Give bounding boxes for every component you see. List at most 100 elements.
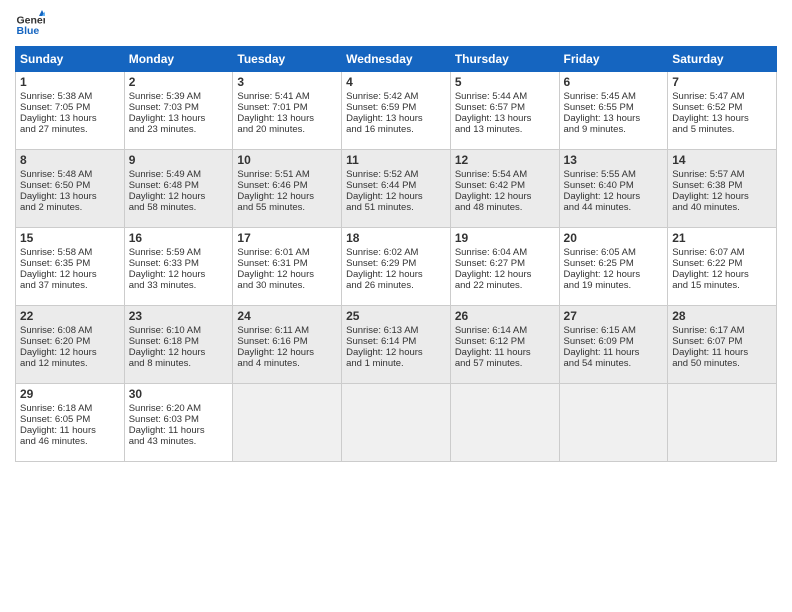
day-info-line: and 43 minutes. <box>129 436 229 447</box>
day-info-line: Daylight: 12 hours <box>672 191 772 202</box>
day-info-line: Sunrise: 5:58 AM <box>20 247 120 258</box>
day-number: 8 <box>20 153 120 167</box>
day-number: 13 <box>564 153 664 167</box>
day-info-line: and 46 minutes. <box>20 436 120 447</box>
day-info-line: Sunrise: 5:55 AM <box>564 169 664 180</box>
day-info-line: Sunset: 6:31 PM <box>237 258 337 269</box>
calendar-cell <box>342 384 451 462</box>
day-info-line: Sunset: 6:55 PM <box>564 102 664 113</box>
calendar-cell: 26Sunrise: 6:14 AMSunset: 6:12 PMDayligh… <box>450 306 559 384</box>
day-info-line: Sunset: 6:42 PM <box>455 180 555 191</box>
day-info-line: Sunrise: 5:45 AM <box>564 91 664 102</box>
calendar-cell: 24Sunrise: 6:11 AMSunset: 6:16 PMDayligh… <box>233 306 342 384</box>
calendar-cell: 14Sunrise: 5:57 AMSunset: 6:38 PMDayligh… <box>668 150 777 228</box>
day-info-line: Daylight: 12 hours <box>129 191 229 202</box>
day-info-line: and 58 minutes. <box>129 202 229 213</box>
day-number: 30 <box>129 387 229 401</box>
day-info-line: Sunset: 6:50 PM <box>20 180 120 191</box>
calendar-cell: 5Sunrise: 5:44 AMSunset: 6:57 PMDaylight… <box>450 72 559 150</box>
calendar-cell: 10Sunrise: 5:51 AMSunset: 6:46 PMDayligh… <box>233 150 342 228</box>
day-info-line: and 15 minutes. <box>672 280 772 291</box>
day-info-line: Daylight: 12 hours <box>20 347 120 358</box>
day-info-line: and 40 minutes. <box>672 202 772 213</box>
weekday-header-thursday: Thursday <box>450 47 559 72</box>
calendar-cell: 8Sunrise: 5:48 AMSunset: 6:50 PMDaylight… <box>16 150 125 228</box>
day-info-line: Sunset: 6:46 PM <box>237 180 337 191</box>
header-row: SundayMondayTuesdayWednesdayThursdayFrid… <box>16 47 777 72</box>
day-info-line: Sunset: 6:35 PM <box>20 258 120 269</box>
day-info-line: Daylight: 13 hours <box>455 113 555 124</box>
calendar-cell <box>668 384 777 462</box>
day-info-line: Sunset: 6:38 PM <box>672 180 772 191</box>
day-info-line: Sunrise: 6:10 AM <box>129 325 229 336</box>
day-info-line: Sunrise: 6:01 AM <box>237 247 337 258</box>
svg-text:Blue: Blue <box>17 25 40 37</box>
day-info-line: Sunrise: 5:54 AM <box>455 169 555 180</box>
day-info-line: Daylight: 11 hours <box>455 347 555 358</box>
day-info-line: Sunrise: 6:05 AM <box>564 247 664 258</box>
calendar-cell: 12Sunrise: 5:54 AMSunset: 6:42 PMDayligh… <box>450 150 559 228</box>
day-info-line: and 27 minutes. <box>20 124 120 135</box>
day-info-line: and 20 minutes. <box>237 124 337 135</box>
day-number: 19 <box>455 231 555 245</box>
calendar-cell: 4Sunrise: 5:42 AMSunset: 6:59 PMDaylight… <box>342 72 451 150</box>
day-info-line: Sunrise: 5:38 AM <box>20 91 120 102</box>
day-info-line: Sunrise: 5:47 AM <box>672 91 772 102</box>
calendar-cell <box>450 384 559 462</box>
day-number: 15 <box>20 231 120 245</box>
calendar-cell: 3Sunrise: 5:41 AMSunset: 7:01 PMDaylight… <box>233 72 342 150</box>
calendar-week-row: 22Sunrise: 6:08 AMSunset: 6:20 PMDayligh… <box>16 306 777 384</box>
day-number: 4 <box>346 75 446 89</box>
day-info-line: and 50 minutes. <box>672 358 772 369</box>
day-number: 12 <box>455 153 555 167</box>
day-number: 17 <box>237 231 337 245</box>
day-info-line: Sunset: 7:03 PM <box>129 102 229 113</box>
day-info-line: Sunset: 6:05 PM <box>20 414 120 425</box>
day-info-line: Sunset: 6:52 PM <box>672 102 772 113</box>
day-info-line: Daylight: 13 hours <box>20 191 120 202</box>
day-number: 27 <box>564 309 664 323</box>
day-info-line: and 13 minutes. <box>455 124 555 135</box>
day-number: 11 <box>346 153 446 167</box>
day-info-line: Sunrise: 5:44 AM <box>455 91 555 102</box>
calendar-cell: 18Sunrise: 6:02 AMSunset: 6:29 PMDayligh… <box>342 228 451 306</box>
day-info-line: Sunset: 6:59 PM <box>346 102 446 113</box>
calendar-week-row: 29Sunrise: 6:18 AMSunset: 6:05 PMDayligh… <box>16 384 777 462</box>
day-number: 18 <box>346 231 446 245</box>
day-info-line: Daylight: 13 hours <box>20 113 120 124</box>
day-info-line: and 54 minutes. <box>564 358 664 369</box>
calendar-cell: 9Sunrise: 5:49 AMSunset: 6:48 PMDaylight… <box>124 150 233 228</box>
day-number: 29 <box>20 387 120 401</box>
calendar-table: SundayMondayTuesdayWednesdayThursdayFrid… <box>15 46 777 462</box>
day-info-line: and 55 minutes. <box>237 202 337 213</box>
day-info-line: Sunset: 6:09 PM <box>564 336 664 347</box>
day-info-line: Sunset: 6:07 PM <box>672 336 772 347</box>
calendar-cell: 7Sunrise: 5:47 AMSunset: 6:52 PMDaylight… <box>668 72 777 150</box>
day-number: 25 <box>346 309 446 323</box>
day-info-line: Daylight: 12 hours <box>564 269 664 280</box>
day-number: 3 <box>237 75 337 89</box>
day-info-line: Daylight: 11 hours <box>564 347 664 358</box>
day-info-line: and 37 minutes. <box>20 280 120 291</box>
day-info-line: Daylight: 12 hours <box>346 269 446 280</box>
day-info-line: Sunrise: 6:13 AM <box>346 325 446 336</box>
day-info-line: and 2 minutes. <box>20 202 120 213</box>
header: General Blue <box>15 10 777 40</box>
day-number: 24 <box>237 309 337 323</box>
day-info-line: Sunset: 6:48 PM <box>129 180 229 191</box>
day-number: 14 <box>672 153 772 167</box>
day-number: 9 <box>129 153 229 167</box>
day-info-line: Sunrise: 5:52 AM <box>346 169 446 180</box>
day-number: 1 <box>20 75 120 89</box>
day-info-line: Daylight: 13 hours <box>129 113 229 124</box>
day-info-line: Sunset: 6:29 PM <box>346 258 446 269</box>
day-info-line: Sunset: 6:25 PM <box>564 258 664 269</box>
day-info-line: Daylight: 12 hours <box>346 191 446 202</box>
calendar-cell: 28Sunrise: 6:17 AMSunset: 6:07 PMDayligh… <box>668 306 777 384</box>
calendar-cell: 2Sunrise: 5:39 AMSunset: 7:03 PMDaylight… <box>124 72 233 150</box>
day-info-line: Sunset: 6:22 PM <box>672 258 772 269</box>
day-number: 21 <box>672 231 772 245</box>
weekday-header-wednesday: Wednesday <box>342 47 451 72</box>
day-number: 6 <box>564 75 664 89</box>
day-info-line: and 12 minutes. <box>20 358 120 369</box>
